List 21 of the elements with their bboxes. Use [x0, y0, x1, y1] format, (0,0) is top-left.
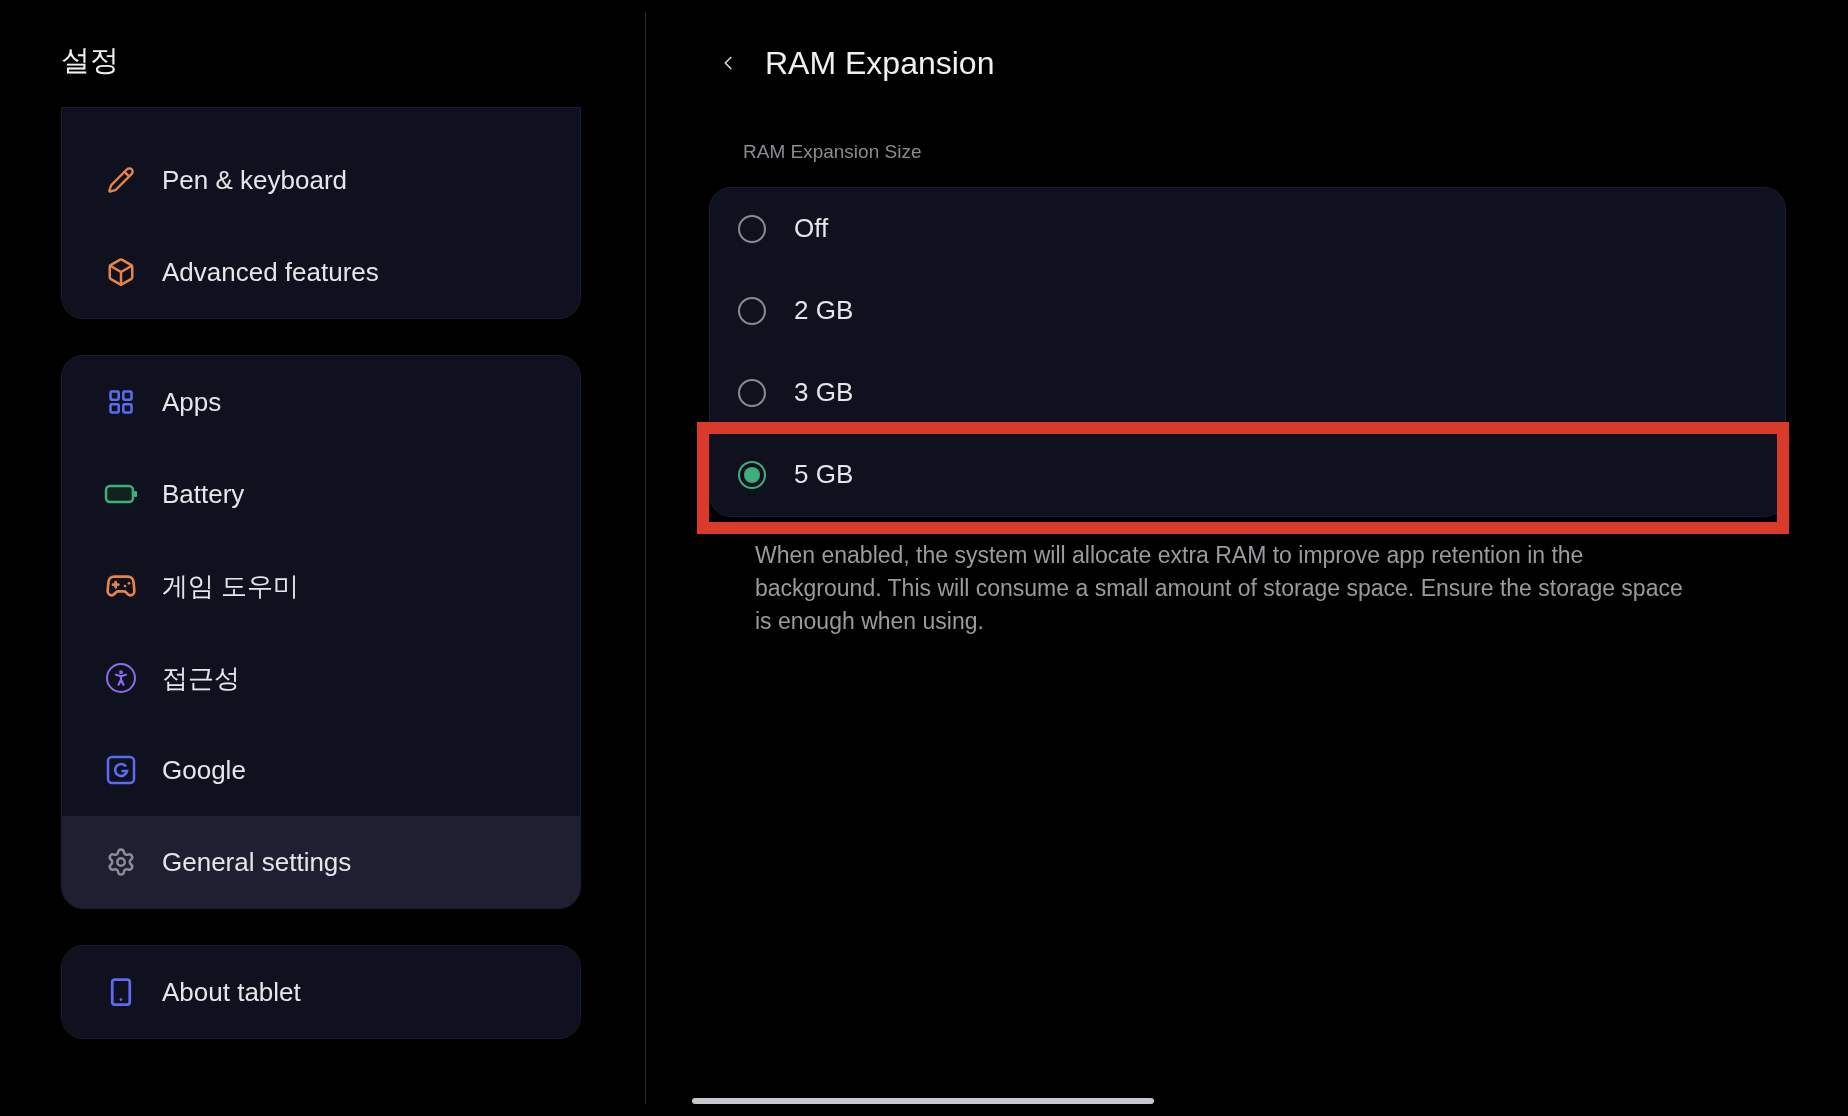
page-title: RAM Expansion — [765, 44, 995, 83]
section-label: RAM Expansion Size — [742, 140, 922, 164]
pencil-icon — [107, 166, 135, 194]
radio-button[interactable] — [738, 460, 766, 489]
sidebar-title: 설정 — [61, 43, 119, 78]
radio-option[interactable]: Off — [710, 187, 1785, 270]
accessibility-icon — [106, 663, 136, 693]
g-letter-icon — [106, 755, 136, 785]
radio-option[interactable]: 2 GB — [710, 269, 1785, 352]
description-text: When enabled, the system will allocate extra RAM to improve app retention in the background. This will consume a small amount of storage space. Ensure the storage space is enough when using. — [755, 540, 1684, 636]
grid-icon — [107, 388, 135, 416]
radio-option[interactable]: 3 GB — [710, 351, 1785, 434]
radio-button[interactable] — [738, 378, 766, 407]
radio-option[interactable]: 5 GB — [710, 433, 1785, 516]
sidebar-item[interactable]: General settings — [62, 816, 580, 908]
radio-button[interactable] — [738, 214, 766, 243]
battery-icon — [104, 483, 138, 505]
settings-icon — [106, 847, 136, 877]
cube-icon — [106, 257, 136, 287]
sidebar-item[interactable]: About tablet — [62, 946, 580, 1038]
radio-button[interactable] — [738, 296, 766, 325]
